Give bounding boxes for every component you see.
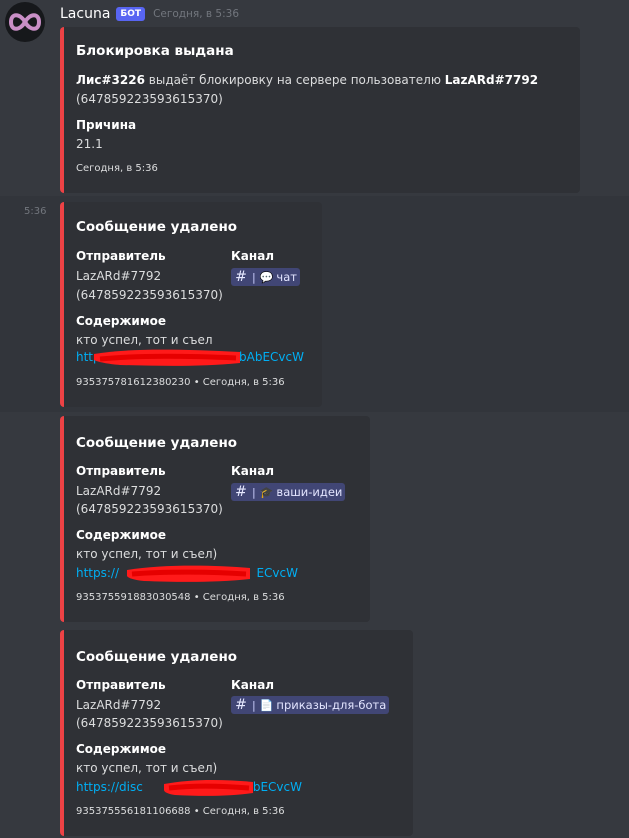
deleted-message-embed: Сообщение удалено Отправитель LazARd#779…: [60, 630, 413, 836]
ban-description: Лис#3226 выдаёт блокировку на сервере по…: [76, 71, 538, 90]
target-user: LazARd#7792: [444, 73, 539, 87]
redaction-scribble: [94, 349, 240, 366]
embed-footer: Сегодня, в 5:36: [76, 163, 158, 174]
embed-title: Блокировка выдана: [76, 43, 234, 59]
bot-avatar[interactable]: [5, 2, 45, 42]
channel-name: приказы-для-бота: [276, 698, 387, 712]
sender-name: LazARd#7792: [76, 484, 162, 498]
deleted-message-embed: Сообщение удалено Отправитель LazARd#779…: [60, 202, 322, 407]
ban-action-text: выдаёт блокировку на сервере пользовател…: [148, 73, 441, 87]
sender-id: (647859223593615370): [76, 716, 223, 730]
message-header: Lacuna БОТ Сегодня, в 5:36: [60, 4, 239, 24]
channel-name: ваши-идеи: [276, 485, 343, 499]
hover-timestamp[interactable]: 5:36: [24, 206, 46, 217]
sender-label: Отправитель: [76, 678, 166, 692]
channel-mention[interactable]: # | 🎓 ваши-идеи: [231, 483, 346, 501]
channel-label: Канал: [231, 678, 275, 692]
content-label: Содержимое: [76, 314, 167, 328]
embed-title: Сообщение удалено: [76, 649, 238, 665]
embed-footer: 935375781612380230 • Сегодня, в 5:36: [76, 377, 285, 388]
channel-label: Канал: [231, 464, 275, 478]
link-prefix: https://disc: [76, 780, 143, 794]
channel-mention[interactable]: # | 📄 приказы-для-бота: [231, 696, 390, 714]
speech-bubble-icon: 💬: [259, 270, 274, 284]
deleted-message-embed: Сообщение удалено Отправитель LazARd#779…: [60, 416, 370, 622]
embed-footer: 935375556181106688 • Сегодня, в 5:36: [76, 806, 285, 817]
message-timestamp[interactable]: Сегодня, в 5:36: [153, 8, 239, 20]
target-user-id: (647859223593615370): [76, 92, 223, 106]
moderator-name: Лис#3226: [76, 73, 145, 87]
link-suffix: ECvcW: [256, 566, 298, 580]
channel-separator: |: [252, 270, 256, 284]
hash-icon: #: [235, 484, 247, 500]
hash-icon: #: [235, 697, 247, 713]
redaction-scribble: [164, 779, 253, 796]
sender-id: (647859223593615370): [76, 502, 223, 516]
hash-icon: #: [235, 269, 247, 285]
embed-title: Сообщение удалено: [76, 435, 238, 451]
content-label: Содержимое: [76, 742, 167, 756]
sender-label: Отправитель: [76, 464, 166, 478]
channel-mention[interactable]: # | 💬 чат: [231, 268, 300, 286]
channel-separator: |: [252, 485, 256, 499]
sender-label: Отправитель: [76, 249, 166, 263]
sender-id: (647859223593615370): [76, 288, 223, 302]
sender-name: LazARd#7792: [76, 698, 162, 712]
reason-label: Причина: [76, 118, 137, 132]
graduation-cap-icon: 🎓: [259, 485, 274, 499]
embed-footer: 935375591883030548 • Сегодня, в 5:36: [76, 592, 285, 603]
channel-name: чат: [276, 270, 297, 284]
bot-tag-badge: БОТ: [116, 7, 146, 21]
infinity-logo-icon: [9, 13, 41, 31]
sender-name: LazARd#7792: [76, 269, 162, 283]
link-suffix: bAbECvcW: [239, 350, 304, 364]
channel-label: Канал: [231, 249, 275, 263]
author-name[interactable]: Lacuna: [60, 6, 110, 22]
channel-separator: |: [252, 698, 256, 712]
document-icon: 📄: [259, 698, 274, 712]
reason-value: 21.1: [76, 137, 103, 151]
ban-embed: Блокировка выдана Лис#3226 выдаёт блокир…: [60, 27, 580, 193]
embed-title: Сообщение удалено: [76, 219, 238, 235]
redaction-scribble: [127, 565, 250, 582]
content-label: Содержимое: [76, 528, 167, 542]
link-prefix: https://: [76, 566, 120, 580]
